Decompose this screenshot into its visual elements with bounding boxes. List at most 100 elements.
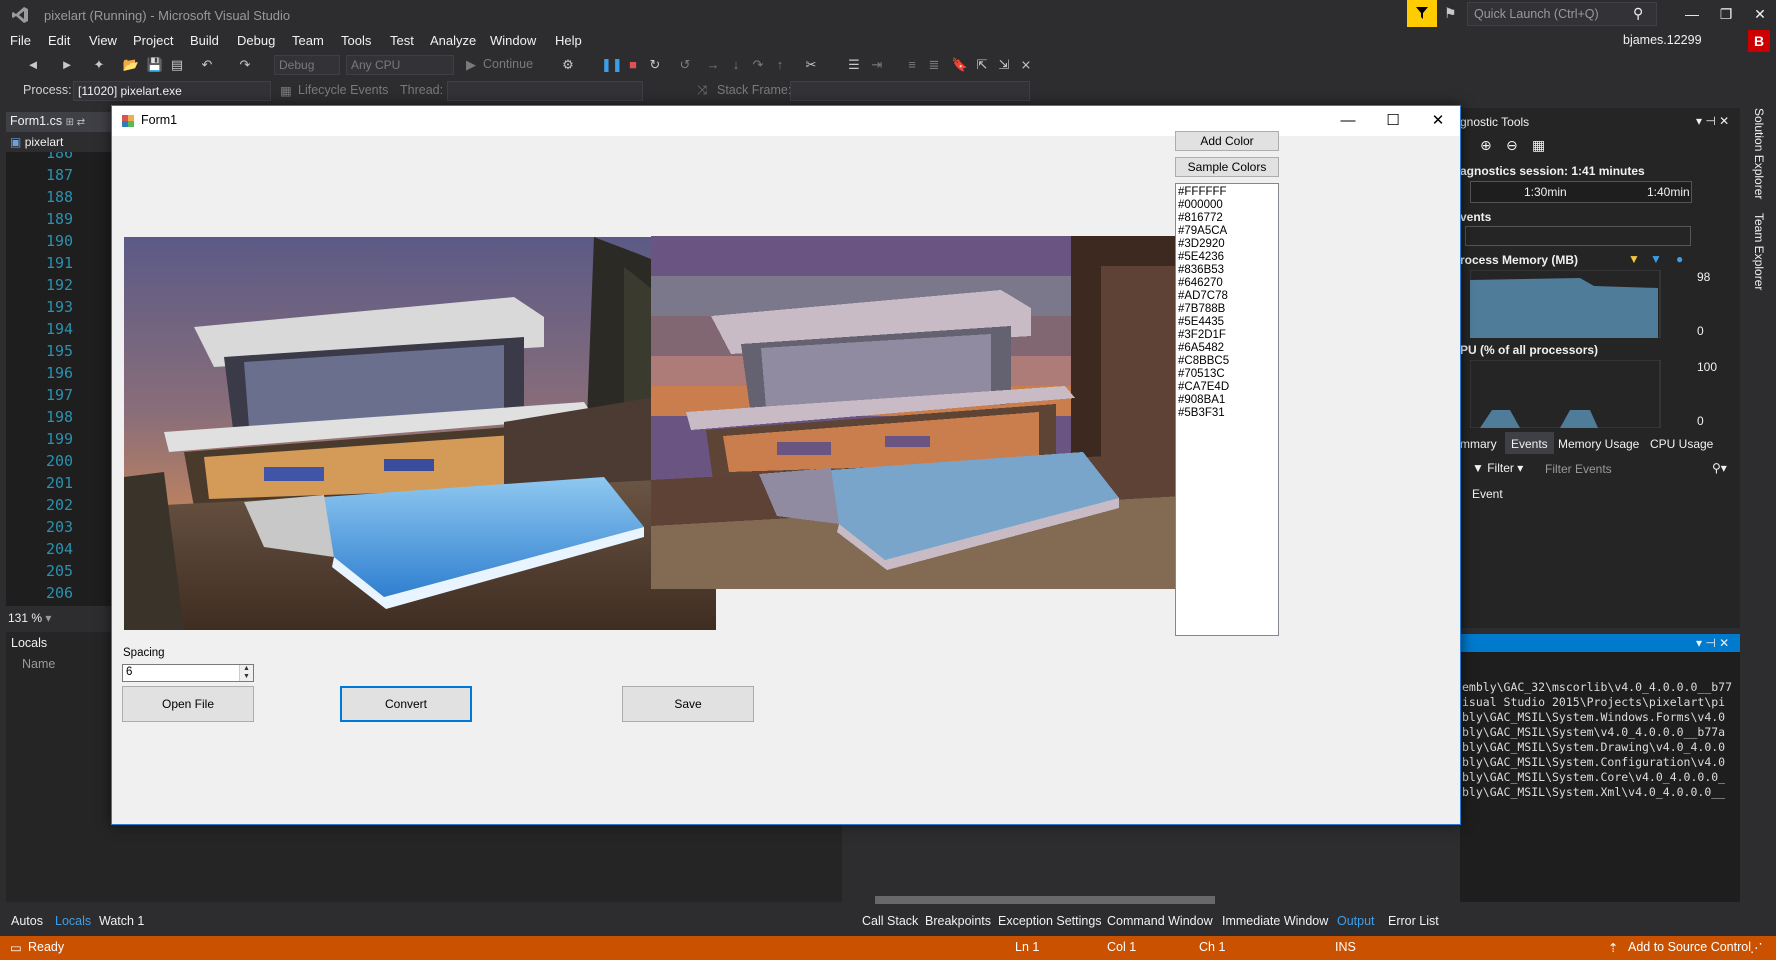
tab-memory-usage[interactable]: Memory Usage	[1558, 437, 1639, 451]
list-item[interactable]: #000000	[1178, 199, 1276, 212]
minimize-button[interactable]: —	[1675, 2, 1709, 26]
reset-view-icon[interactable]: ▦	[1532, 137, 1545, 154]
restart-icon[interactable]: ↻	[646, 56, 664, 74]
source-control-icon[interactable]: ⇡	[1608, 940, 1618, 955]
tab-cpu-usage[interactable]: CPU Usage	[1650, 437, 1713, 451]
notifications-icon[interactable]	[1407, 0, 1437, 27]
code-editor[interactable]: 186 187 188 189 190 191 192 193 194 195 …	[6, 152, 112, 606]
search-icon[interactable]: ⚲	[1633, 5, 1643, 22]
hot-reload-icon[interactable]: ↺	[676, 56, 694, 74]
color-list[interactable]: #FFFFFF #000000 #816772 #79A5CA #3D2920 …	[1175, 183, 1279, 636]
locals-name-column[interactable]: Name	[22, 657, 55, 671]
tab-watch-1[interactable]: Watch 1	[99, 914, 144, 928]
tab-call-stack[interactable]: Call Stack	[862, 914, 918, 928]
user-account[interactable]: bjames.12299	[1623, 33, 1702, 47]
new-project-icon[interactable]: ✦	[90, 56, 108, 74]
next-bookmark-icon[interactable]: ⇲	[995, 56, 1013, 74]
menu-test[interactable]: Test	[390, 33, 414, 48]
spin-down-icon[interactable]: ▼	[240, 673, 253, 681]
menu-window[interactable]: Window	[490, 33, 536, 48]
cpu-graph[interactable]	[1470, 360, 1670, 428]
menu-analyze[interactable]: Analyze	[430, 33, 476, 48]
process-dropdown[interactable]: [11020] pixelart.exe	[73, 81, 271, 101]
restore-button[interactable]: ❐	[1709, 2, 1743, 26]
tab-exception-settings[interactable]: Exception Settings	[998, 914, 1102, 928]
lifecycle-icon[interactable]: ▦	[280, 83, 292, 98]
event-column-header[interactable]: Event	[1472, 487, 1503, 501]
sample-colors-button[interactable]: Sample Colors	[1175, 157, 1279, 177]
comment-icon[interactable]: ≡	[903, 56, 921, 74]
document-tab[interactable]: Form1.cs ⊞ ⇄	[6, 112, 112, 132]
menu-team[interactable]: Team	[292, 33, 324, 48]
zoom-dropdown[interactable]: 131 % ▾	[8, 611, 51, 625]
save-all-icon[interactable]: ▤	[168, 56, 186, 74]
tab-immediate-window[interactable]: Immediate Window	[1222, 914, 1328, 928]
filter-events-input[interactable]: Filter Events	[1545, 462, 1612, 476]
thread-dropdown[interactable]	[447, 81, 643, 101]
configuration-dropdown[interactable]: Debug	[274, 55, 340, 75]
menu-help[interactable]: Help	[555, 33, 582, 48]
hex-display-icon[interactable]: ✂	[802, 56, 820, 74]
list-item[interactable]: #CA7E4D	[1178, 381, 1276, 394]
events-track[interactable]	[1465, 226, 1691, 246]
tab-output[interactable]: Output	[1337, 914, 1375, 928]
step-out-icon[interactable]: ↑	[771, 56, 789, 74]
feedback-icon[interactable]: ⚑	[1444, 5, 1457, 22]
tab-command-window[interactable]: Command Window	[1107, 914, 1213, 928]
save-button[interactable]: Save	[622, 686, 754, 722]
thread-icon[interactable]: ☰	[845, 56, 863, 74]
menu-edit[interactable]: Edit	[48, 33, 70, 48]
open-file-button[interactable]: Open File	[122, 686, 254, 722]
add-to-source-control-button[interactable]: Add to Source Control	[1628, 940, 1751, 954]
list-item[interactable]: #C8BBC5	[1178, 355, 1276, 368]
indent-icon[interactable]: ⇥	[868, 56, 886, 74]
list-item[interactable]: #3D2920	[1178, 238, 1276, 251]
open-file-icon[interactable]: 📂	[122, 56, 140, 74]
filter-button[interactable]: ▼ Filter ▾	[1472, 461, 1523, 475]
list-item[interactable]: #646270	[1178, 277, 1276, 290]
process-icon[interactable]: ⚙	[559, 56, 577, 74]
menu-file[interactable]: File	[10, 33, 31, 48]
list-item[interactable]: #5B3F31	[1178, 407, 1276, 420]
zoom-in-icon[interactable]: ⊕	[1480, 137, 1492, 154]
menu-debug[interactable]: Debug	[237, 33, 275, 48]
spacing-input[interactable]: 6	[122, 664, 254, 682]
list-item[interactable]: #AD7C78	[1178, 290, 1276, 303]
save-icon[interactable]: 💾	[146, 56, 164, 74]
quick-launch-input[interactable]: Quick Launch (Ctrl+Q)	[1467, 2, 1657, 26]
list-item[interactable]: #908BA1	[1178, 394, 1276, 407]
platform-dropdown[interactable]: Any CPU	[346, 55, 454, 75]
close-button[interactable]: ✕	[1743, 2, 1776, 26]
back-icon[interactable]: ◄	[24, 56, 42, 74]
list-item[interactable]: #3F2D1F	[1178, 329, 1276, 342]
lifecycle-events-dropdown[interactable]: Lifecycle Events	[298, 83, 388, 97]
bookmark-icon[interactable]: 🔖	[951, 56, 969, 74]
clear-bookmarks-icon[interactable]: ⨯	[1017, 56, 1035, 74]
memory-graph[interactable]	[1470, 270, 1670, 338]
list-item[interactable]: #7B788B	[1178, 303, 1276, 316]
add-color-button[interactable]: Add Color	[1175, 131, 1279, 151]
list-item[interactable]: #6A5482	[1178, 342, 1276, 355]
output-panel-options-icon[interactable]: ▾ ⊣ ✕	[1696, 636, 1729, 650]
list-item[interactable]: #836B53	[1178, 264, 1276, 277]
stop-debugging-icon[interactable]: ■	[624, 56, 642, 74]
tab-breakpoints[interactable]: Breakpoints	[925, 914, 991, 928]
spacing-spinner[interactable]: ▲ ▼	[239, 665, 253, 681]
step-over-icon[interactable]: ↷	[749, 56, 767, 74]
tab-events[interactable]: Events	[1505, 432, 1554, 454]
break-all-icon[interactable]: ❚❚	[601, 56, 623, 74]
tab-autos[interactable]: Autos	[11, 914, 43, 928]
menu-build[interactable]: Build	[190, 33, 219, 48]
spin-up-icon[interactable]: ▲	[240, 665, 253, 673]
uncomment-icon[interactable]: ≣	[925, 56, 943, 74]
list-item[interactable]: #70513C	[1178, 368, 1276, 381]
form1-maximize-button[interactable]: ☐	[1371, 108, 1415, 134]
navigation-bar[interactable]: ▣ pixelart	[6, 134, 112, 152]
menu-project[interactable]: Project	[133, 33, 173, 48]
forward-icon[interactable]: ►	[58, 56, 76, 74]
team-explorer-tab[interactable]: Team Explorer	[1752, 213, 1766, 290]
search-icon[interactable]: ⚲▾	[1712, 461, 1727, 475]
stack-frame-icon[interactable]: ⤨	[697, 83, 707, 98]
form1-minimize-button[interactable]: —	[1326, 108, 1370, 134]
stack-frame-dropdown[interactable]	[790, 81, 1030, 101]
